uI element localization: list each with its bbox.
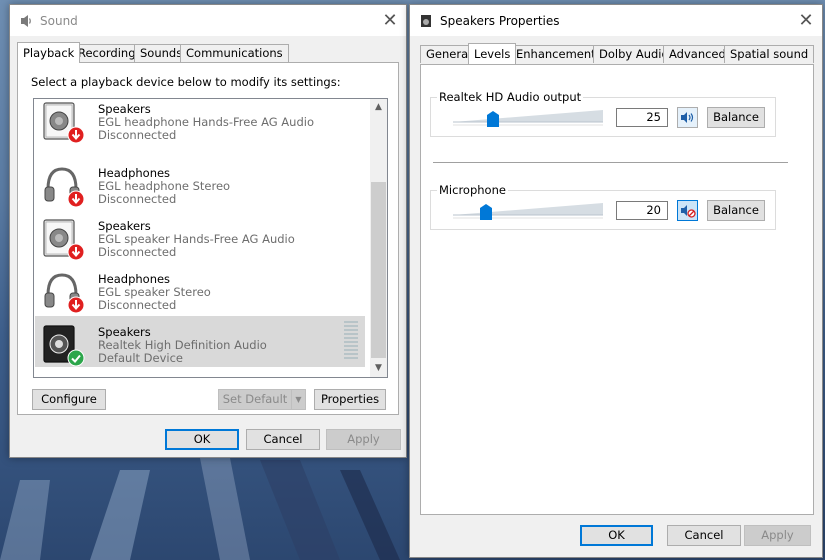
balance-button[interactable]: Balance [707,200,765,221]
speaker-icon [40,322,85,367]
sound-app-icon [21,15,31,27]
properties-tabs: General Levels Enhancements Dolby Audio … [420,43,820,64]
headphones-icon [40,269,85,314]
device-name: Speakers [98,325,151,339]
ok-button[interactable]: OK [165,429,239,450]
divider [433,162,788,163]
playback-panel: Select a playback device below to modify… [17,62,399,415]
tab-advanced[interactable]: Advanced [663,45,732,63]
level-value-input[interactable]: 25 [616,108,668,127]
properties-titlebar[interactable]: Speakers Properties ✕ [410,5,822,36]
configure-button[interactable]: Configure [32,389,106,410]
device-status: Disconnected [98,128,177,142]
speaker-icon [40,216,85,261]
close-icon[interactable]: ✕ [790,5,822,36]
scroll-up-icon[interactable]: ▲ [370,99,387,116]
balance-button[interactable]: Balance [707,107,765,128]
cancel-button[interactable]: Cancel [246,429,320,450]
slider-thumb[interactable] [480,204,492,220]
level-group: Microphone 20 Balance [430,183,776,230]
set-default-dropdown-icon[interactable]: ▼ [291,389,306,410]
speakers-properties-window: Speakers Properties ✕ General Levels Enh… [409,4,823,558]
tab-communications[interactable]: Communications [180,44,289,62]
apply-button[interactable]: Apply [744,525,811,546]
device-status: Disconnected [98,192,177,206]
device-row[interactable]: Speakers EGL speaker Hands-Free AG Audio D… [35,210,365,261]
set-default-button[interactable]: Set Default [218,389,291,410]
level-label: Realtek HD Audio output [437,90,584,104]
device-name: Headphones [98,272,171,286]
ok-button[interactable]: OK [580,525,653,546]
device-status: Default Device [98,351,184,365]
speaker-app-icon [421,15,431,27]
muted-speaker-icon[interactable] [677,200,698,221]
level-group: Realtek HD Audio output 25 Balance [430,90,776,137]
window-title: Sound [40,14,78,28]
sound-tabs: Playback Recording Sounds Communications [17,42,397,63]
scroll-down-icon[interactable]: ▼ [370,360,387,377]
apply-button[interactable]: Apply [326,429,401,450]
tab-spatial-sound[interactable]: Spatial sound [724,45,815,63]
speaker-volume-icon[interactable] [677,107,698,128]
level-meter [344,321,358,363]
device-status: Disconnected [98,298,177,312]
device-row[interactable]: Headphones EGL headphone Stereo Disconnect… [35,157,365,208]
close-icon[interactable]: ✕ [374,5,406,36]
device-list-scrollbar[interactable]: ▲ ▼ [370,99,387,377]
device-description: EGL speaker Hands-Free AG Audio [98,232,295,246]
level-value-input[interactable]: 20 [616,201,668,220]
slider-thumb[interactable] [487,111,499,127]
volume-slider[interactable] [453,201,603,223]
device-list[interactable]: Speakers EGL headphone Hands-Free AG Audi… [33,98,388,378]
headphones-icon [40,163,85,208]
tab-recording[interactable]: Recording [72,44,142,62]
volume-slider[interactable] [453,108,603,130]
device-description: EGL headphone Stereo [98,179,231,193]
device-row[interactable]: Speakers Realtek High Definition Audio Def… [35,316,365,367]
speaker-icon [40,99,85,144]
device-name: Headphones [98,166,171,180]
device-description: EGL headphone Hands-Free AG Audio [98,115,314,129]
level-label: Microphone [437,183,508,197]
window-title: Speakers Properties [440,14,560,28]
device-status: Disconnected [98,245,177,259]
device-name: Speakers [98,219,151,233]
device-row[interactable]: Headphones EGL speaker Stereo Disconnected [35,263,365,314]
device-description: Realtek High Definition Audio [98,338,267,352]
sound-window: Sound ✕ Playback Recording Sounds Commun… [9,4,407,458]
properties-button[interactable]: Properties [314,389,386,410]
tab-levels[interactable]: Levels [468,43,517,64]
device-description: EGL speaker Stereo [98,285,211,299]
tab-playback[interactable]: Playback [17,42,81,63]
device-row[interactable]: Speakers EGL headphone Hands-Free AG Audi… [35,99,365,144]
cancel-button[interactable]: Cancel [667,525,741,546]
instruction-text: Select a playback device below to modify… [31,75,341,89]
device-name: Speakers [98,102,151,116]
scrollbar-thumb[interactable] [371,182,386,358]
levels-panel: Realtek HD Audio output 25 Balance Micropho… [420,64,814,515]
sound-titlebar[interactable]: Sound ✕ [10,5,406,36]
